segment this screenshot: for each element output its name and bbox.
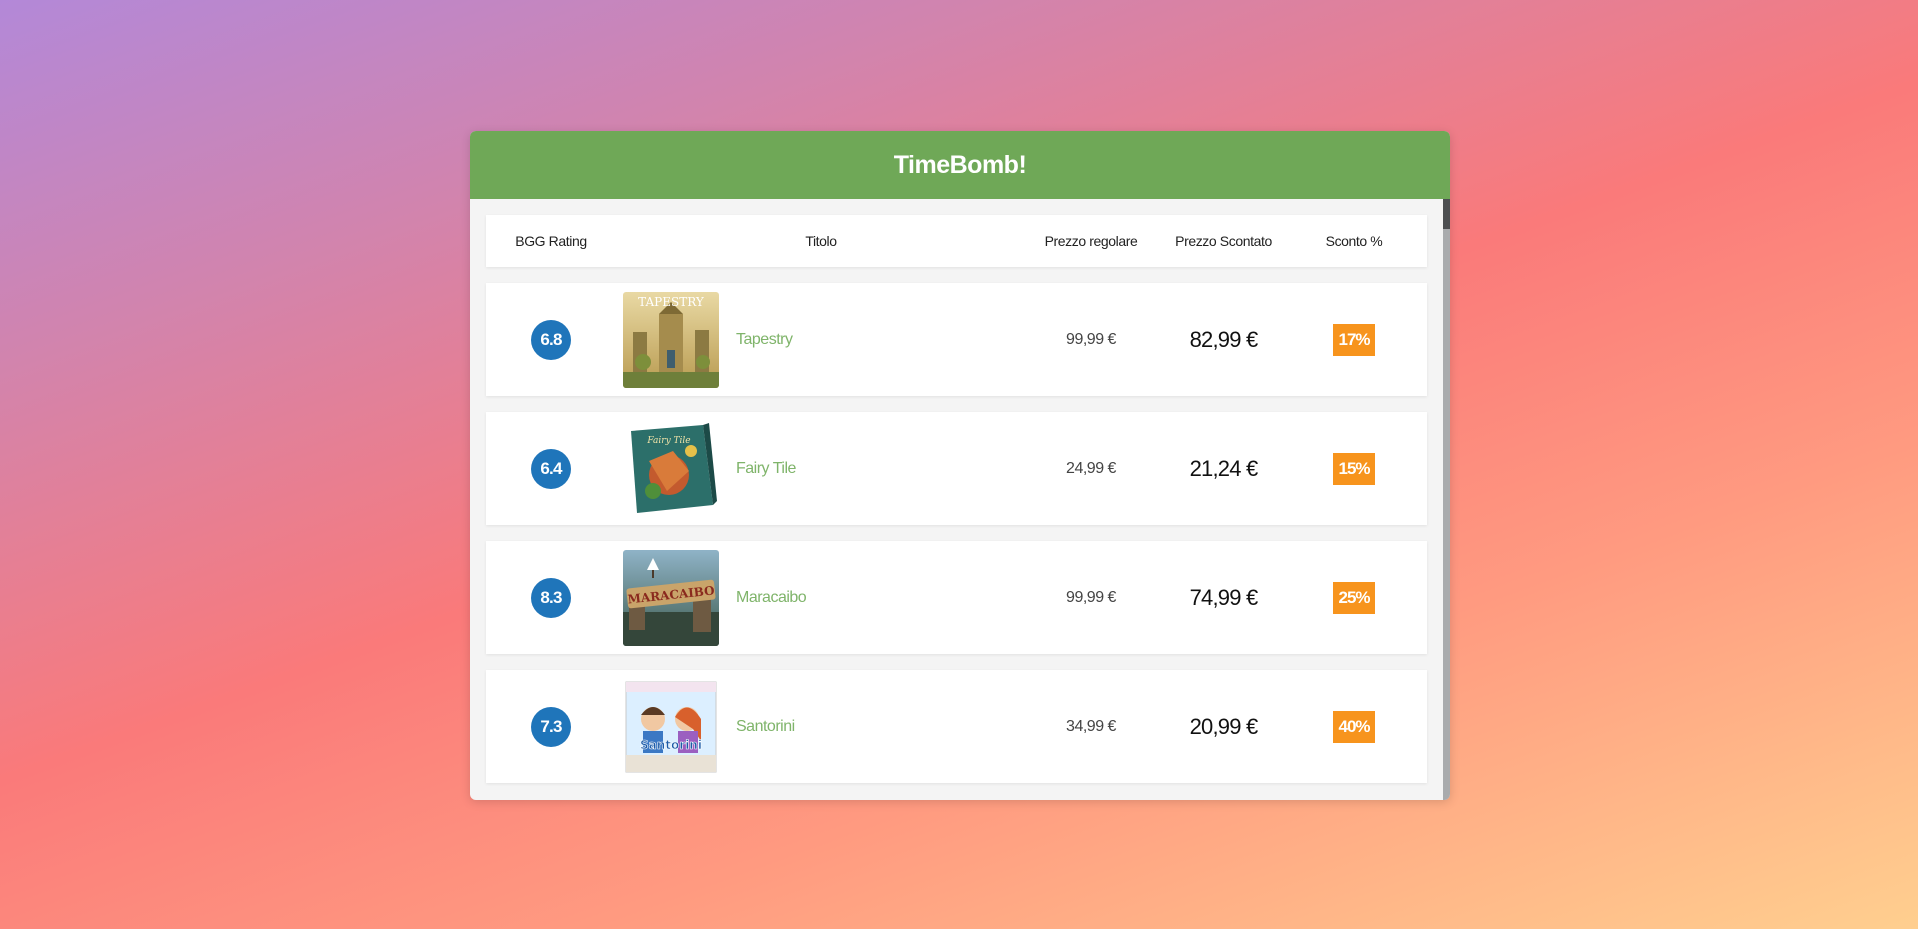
discount-badge: 40%	[1333, 710, 1375, 743]
cover-cell[interactable]: MARACAIBO	[616, 549, 726, 646]
game-cover-image[interactable]: Fairy Tile	[623, 420, 719, 517]
game-cover-image[interactable]: Santorini	[623, 678, 719, 775]
regular-price-cell: 99,99 €	[1026, 331, 1156, 349]
cover-title-text: TAPESTRY	[638, 295, 705, 309]
regular-price-cell: 99,99 €	[1026, 589, 1156, 607]
regular-price: 34,99 €	[1066, 717, 1116, 735]
table-row[interactable]: 6.8 TAPESTRY Tapestry 99,99 € 82,99 € 17…	[486, 283, 1427, 396]
column-header-discounted-price[interactable]: Prezzo Scontato	[1156, 233, 1291, 249]
regular-price: 24,99 €	[1066, 459, 1116, 477]
rating-cell: 6.4	[486, 448, 616, 489]
bgg-rating-badge: 7.3	[531, 706, 571, 747]
column-header-regular-price[interactable]: Prezzo regolare	[1026, 233, 1156, 249]
regular-price: 99,99 €	[1066, 330, 1116, 348]
discounted-price-cell: 20,99 €	[1156, 714, 1291, 740]
discount-badge: 25%	[1333, 581, 1375, 614]
game-cover-image[interactable]: TAPESTRY	[623, 291, 719, 388]
rating-cell: 7.3	[486, 706, 616, 747]
rating-cell: 6.8	[486, 319, 616, 360]
game-title-link[interactable]: Tapestry	[726, 331, 793, 348]
discounted-price: 20,99 €	[1189, 713, 1259, 739]
cover-title-text: Fairy Tile	[646, 436, 690, 446]
bgg-rating-badge: 6.4	[531, 448, 571, 489]
discount-cell: 25%	[1291, 581, 1417, 614]
cover-cell[interactable]: Santorini	[616, 678, 726, 775]
discounted-price-cell: 21,24 €	[1156, 456, 1291, 482]
table-row[interactable]: 7.3 Santorini Santorini 34,99 € 20,99 € …	[486, 670, 1427, 783]
discounted-price-cell: 82,99 €	[1156, 327, 1291, 353]
game-title-link[interactable]: Fairy Tile	[726, 460, 796, 477]
regular-price: 99,99 €	[1066, 588, 1116, 606]
game-title-link[interactable]: Maracaibo	[726, 589, 807, 606]
cover-cell[interactable]: Fairy Tile	[616, 420, 726, 517]
title-cell: Fairy Tile	[726, 460, 1026, 478]
discount-cell: 17%	[1291, 323, 1417, 356]
discount-badge: 15%	[1333, 452, 1375, 485]
deals-panel: TimeBomb! BGG Rating Titolo Prezzo regol…	[470, 131, 1450, 800]
table-row[interactable]: 8.3 MARACAIBO Maracaibo 99,99 € 74,99 € …	[486, 541, 1427, 654]
discounted-price: 21,24 €	[1189, 455, 1259, 481]
panel-body[interactable]: BGG Rating Titolo Prezzo regolare Prezzo…	[470, 199, 1450, 800]
discounted-price: 74,99 €	[1189, 584, 1259, 610]
title-cell: Maracaibo	[726, 589, 1026, 607]
cover-cell[interactable]: TAPESTRY	[616, 291, 726, 388]
table-header-row: BGG Rating Titolo Prezzo regolare Prezzo…	[486, 215, 1427, 267]
scrollbar-thumb[interactable]	[1443, 199, 1450, 229]
column-header-discount-percent[interactable]: Sconto %	[1291, 233, 1417, 249]
game-cover-image[interactable]: MARACAIBO	[623, 549, 719, 646]
game-title-link[interactable]: Santorini	[726, 718, 795, 735]
regular-price-cell: 24,99 €	[1026, 460, 1156, 478]
rating-cell: 8.3	[486, 577, 616, 618]
cover-title-text: Santorini	[640, 738, 702, 752]
scrollbar[interactable]	[1443, 199, 1450, 800]
deals-table: BGG Rating Titolo Prezzo regolare Prezzo…	[486, 215, 1427, 799]
panel-header: TimeBomb!	[470, 131, 1450, 199]
table-row[interactable]: 6.4 Fairy Tile Fairy Tile 24,99 € 21,24 …	[486, 412, 1427, 525]
discount-cell: 40%	[1291, 710, 1417, 743]
discount-cell: 15%	[1291, 452, 1417, 485]
title-cell: Tapestry	[726, 331, 1026, 349]
column-header-rating[interactable]: BGG Rating	[486, 233, 616, 249]
panel-title: TimeBomb!	[893, 150, 1027, 179]
discounted-price-cell: 74,99 €	[1156, 585, 1291, 611]
column-header-title[interactable]: Titolo	[616, 233, 1026, 249]
bgg-rating-badge: 6.8	[531, 319, 571, 360]
discounted-price: 82,99 €	[1189, 326, 1259, 352]
title-cell: Santorini	[726, 718, 1026, 736]
discount-badge: 17%	[1333, 323, 1375, 356]
bgg-rating-badge: 8.3	[531, 577, 571, 618]
regular-price-cell: 34,99 €	[1026, 718, 1156, 736]
